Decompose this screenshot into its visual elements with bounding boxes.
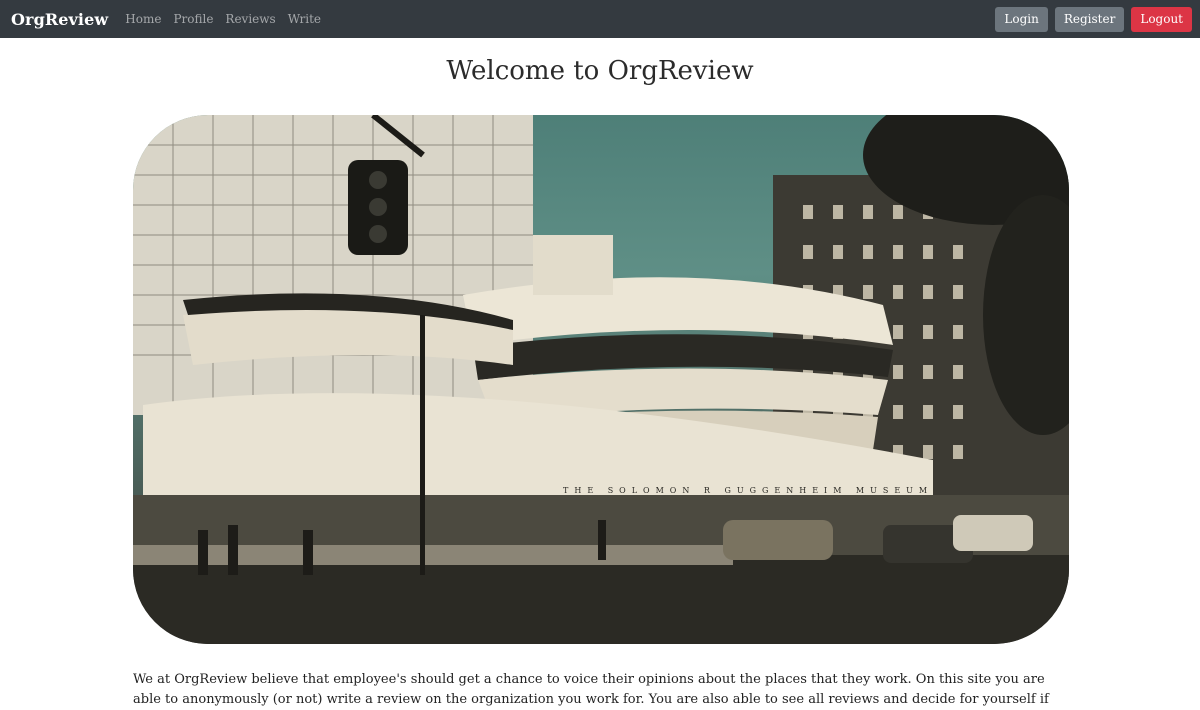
nav-link-profile[interactable]: Profile	[173, 12, 213, 26]
nav-link-reviews[interactable]: Reviews	[225, 12, 275, 26]
login-button[interactable]: Login	[995, 6, 1048, 32]
nav-left: OrgReview Home Profile Reviews Write	[11, 10, 333, 29]
logout-button[interactable]: Logout	[1131, 6, 1192, 32]
nav-right: Login Register Logout	[995, 6, 1192, 32]
nav-link-write[interactable]: Write	[288, 12, 321, 26]
museum-sign: THE SOLOMON R GUGGENHEIM MUSEUM	[563, 486, 933, 495]
top-navbar: OrgReview Home Profile Reviews Write Log…	[0, 0, 1200, 38]
nav-link-home[interactable]: Home	[125, 12, 161, 26]
register-button[interactable]: Register	[1054, 6, 1125, 32]
page-title: Welcome to OrgReview	[446, 56, 754, 86]
hero-illustration: THE SOLOMON R GUGGENHEIM MUSEUM	[133, 115, 1069, 644]
hero-image: THE SOLOMON R GUGGENHEIM MUSEUM	[133, 115, 1069, 644]
intro-paragraph: We at OrgReview believe that employee's …	[133, 672, 1049, 707]
brand-logo[interactable]: OrgReview	[11, 10, 108, 29]
